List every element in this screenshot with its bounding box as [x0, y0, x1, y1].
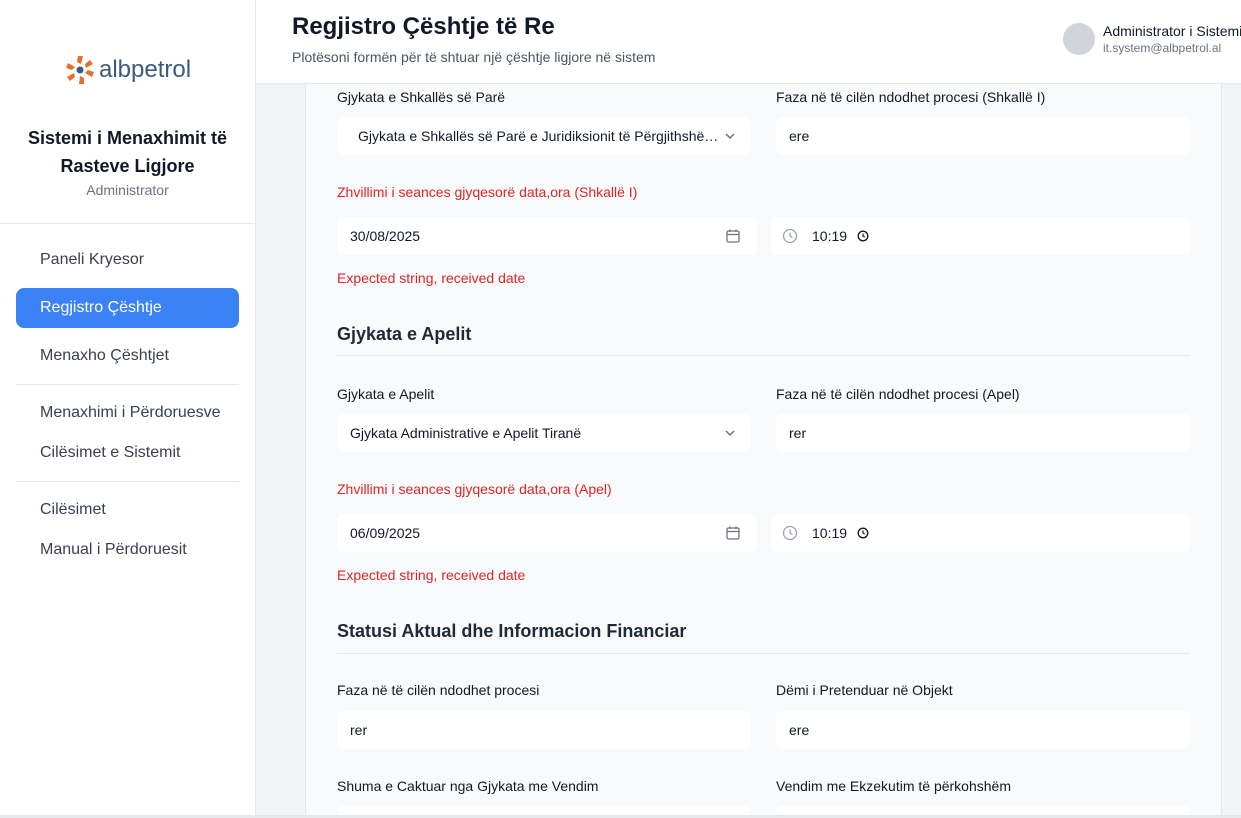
damage-label: Dëmi i Pretenduar në Objekt: [776, 682, 953, 698]
sidebar-item-settings[interactable]: Cilësimet: [16, 490, 239, 530]
section-divider: [337, 653, 1190, 654]
status-section-title: Statusi Aktual dhe Informacion Financiar: [337, 621, 687, 641]
logo-text: albpetrol: [98, 56, 192, 83]
sidebar-item-manage-cases[interactable]: Menaxho Çështjet: [16, 336, 239, 376]
status-phase-input[interactable]: rer: [337, 711, 751, 749]
first-instance-hearing-label: Zhvillimi i seances gjyqesorë data,ora (…: [337, 184, 638, 200]
appeal-date-input[interactable]: 06/09/2025: [337, 514, 757, 552]
albpetrol-logo-icon: [65, 56, 94, 84]
sidebar-item-user-management[interactable]: Menaxhimi i Përdoruesve: [16, 393, 239, 433]
sidebar: albpetrol Sistemi i Menaxhimit të Rastev…: [0, 0, 256, 818]
status-phase-label: Faza në të cilën ndodhet procesi: [337, 682, 540, 698]
damage-value: ere: [789, 722, 810, 738]
appeal-section-title: Gjykata e Apelit: [337, 324, 472, 344]
chevron-down-icon: [725, 133, 735, 140]
first-instance-date-value: 30/08/2025: [350, 228, 421, 244]
calendar-icon[interactable]: [725, 525, 741, 541]
first-instance-error: Expected string, received date: [337, 270, 526, 286]
sidebar-item-user-manual[interactable]: Manual i Përdoruesit: [16, 530, 239, 570]
appeal-court-select[interactable]: Gjykata Administrative e Apelit Tiranë: [337, 414, 751, 452]
user-menu[interactable]: Administrator i Sistemit it.system@albpe…: [1063, 22, 1241, 56]
user-name: Administrator i Sistemit: [1103, 23, 1241, 39]
appeal-date-value: 06/09/2025: [350, 525, 421, 541]
appeal-hearing-label: Zhvillimi i seances gjyqesorë data,ora (…: [337, 481, 612, 497]
appeal-time-input[interactable]: 10:19: [771, 514, 1190, 552]
appeal-error: Expected string, received date: [337, 567, 526, 583]
logo[interactable]: albpetrol: [64, 54, 191, 86]
nav-divider: [16, 481, 239, 482]
appeal-phase-label: Faza në të cilën ndodhet procesi (Apel): [776, 386, 1020, 402]
chevron-down-icon: [725, 430, 735, 437]
execution-label: Vendim me Ekzekutim të përkohshëm: [776, 778, 1011, 794]
first-instance-date-input[interactable]: 30/08/2025: [337, 217, 757, 255]
page-subtitle: Plotësoni formën për të shtuar një çësht…: [292, 49, 656, 65]
user-email: it.system@albpetrol.al: [1103, 41, 1222, 55]
first-instance-phase-label: Faza në të cilën ndodhet procesi (Shkall…: [776, 89, 1046, 105]
section-divider: [337, 355, 1190, 356]
sidebar-item-dashboard[interactable]: Paneli Kryesor: [16, 240, 239, 280]
sidebar-nav: Paneli Kryesor Regjistro Çështje Menaxho…: [0, 224, 255, 570]
user-role: Administrator: [86, 182, 169, 198]
clock-icon: [782, 228, 798, 244]
first-instance-time-input[interactable]: 10:19: [771, 217, 1190, 255]
nav-divider: [16, 384, 239, 385]
appeal-court-value: Gjykata Administrative e Apelit Tiranë: [350, 425, 582, 441]
time-picker-icon[interactable]: [857, 527, 869, 539]
first-instance-phase-input[interactable]: ere: [776, 117, 1190, 155]
damage-input[interactable]: ere: [776, 711, 1190, 749]
amount-label: Shuma e Caktuar nga Gjykata me Vendim: [337, 778, 599, 794]
page-header: Regjistro Çështje të Re Plotësoni formën…: [256, 0, 1241, 84]
appeal-phase-input[interactable]: rer: [776, 414, 1190, 452]
time-picker-icon[interactable]: [857, 230, 869, 242]
appeal-time-value: 10:19: [812, 525, 848, 541]
appeal-phase-value: rer: [789, 425, 807, 441]
appeal-court-label: Gjykata e Apelit: [337, 386, 435, 402]
clock-icon: [782, 525, 798, 541]
first-instance-time-value: 10:19: [812, 228, 848, 244]
sidebar-item-register-case[interactable]: Regjistro Çështje: [16, 288, 239, 328]
brand-block: albpetrol Sistemi i Menaxhimit të Rastev…: [0, 0, 255, 224]
avatar[interactable]: [1063, 23, 1095, 55]
sidebar-item-system-settings[interactable]: Cilësimet e Sistemit: [16, 433, 239, 473]
calendar-icon[interactable]: [725, 228, 741, 244]
first-instance-court-select[interactable]: Gjykata e Shkallës së Parë e Juridiksion…: [337, 117, 751, 155]
system-title: Sistemi i Menaxhimit të Rasteve Ligjore: [27, 128, 228, 176]
page-title: Regjistro Çështje të Re: [292, 13, 555, 40]
case-form: Gjykata e Shkallës së Parë Faza në të ci…: [305, 84, 1222, 818]
status-phase-value: rer: [350, 722, 368, 738]
first-instance-court-label: Gjykata e Shkallës së Parë: [337, 89, 506, 105]
first-instance-court-value: Gjykata e Shkallës së Parë e Juridiksion…: [358, 128, 723, 144]
first-instance-phase-value: ere: [789, 128, 810, 144]
